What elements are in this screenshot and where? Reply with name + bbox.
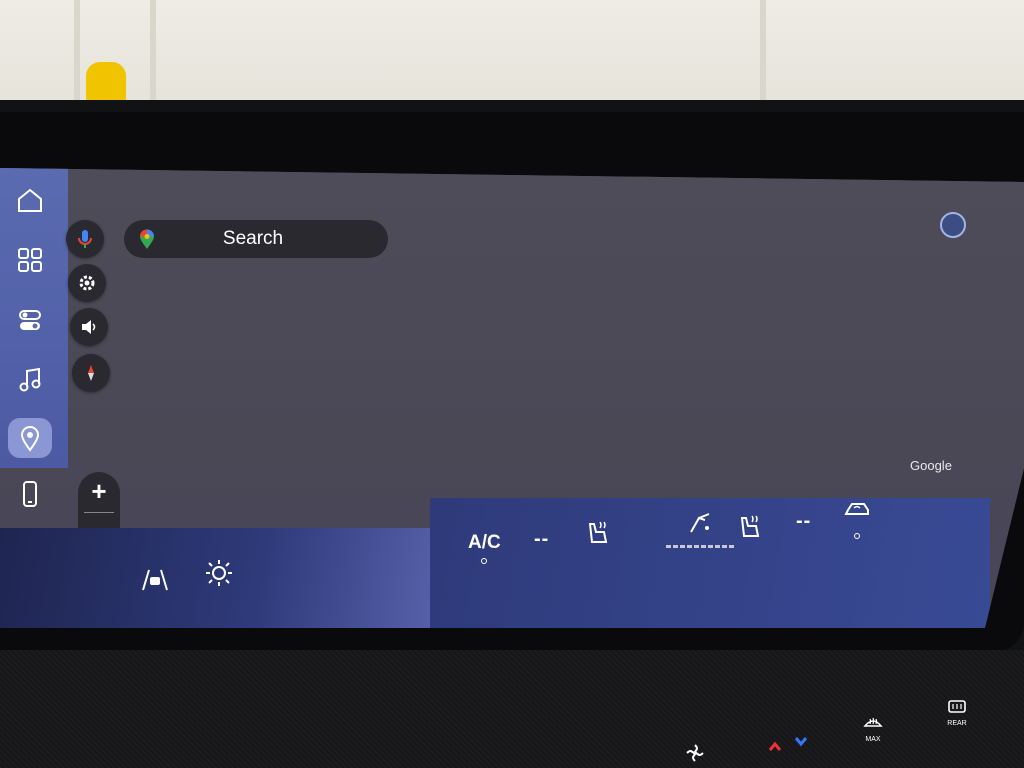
brightness-icon (206, 560, 232, 586)
max-defrost-button[interactable]: MAX (862, 712, 884, 743)
wall-pipe (760, 0, 766, 110)
nav-rail (0, 168, 68, 468)
rear-defrost-icon (948, 700, 966, 713)
google-maps-pin-icon (140, 229, 154, 249)
lane-assist-icon (142, 569, 168, 591)
right-seat-heat-button[interactable] (736, 512, 766, 547)
toggle-icon (19, 310, 41, 330)
defrost-icon (863, 717, 883, 727)
ac-button[interactable]: A/C (468, 532, 501, 564)
rail-item-phone[interactable] (8, 474, 52, 514)
ac-label: A/C (468, 532, 501, 553)
lower-dash-panel: MAX REAR (0, 650, 1024, 768)
voice-button[interactable] (66, 220, 104, 258)
rear-defrost-label: REAR (947, 720, 967, 727)
chevron-up-red-icon (768, 741, 782, 751)
climate-bar: A/C -- -- (430, 498, 990, 628)
search-label: Search (222, 228, 284, 249)
recirculation-button[interactable] (842, 494, 872, 539)
fan-button[interactable] (666, 508, 734, 548)
right-temp[interactable]: -- (796, 510, 811, 533)
music-note-icon (19, 367, 41, 392)
left-seat-heat-button[interactable] (584, 518, 614, 553)
rear-defrost-button[interactable]: REAR (946, 696, 968, 727)
zoom-divider (84, 512, 114, 513)
hardware-temp-down-button[interactable] (764, 736, 786, 760)
driver-assist-button[interactable] (140, 564, 170, 599)
location-pin-icon (20, 426, 40, 452)
phone-icon (23, 481, 37, 507)
compass-button[interactable] (72, 354, 110, 392)
seat-heat-icon (588, 521, 608, 543)
infotainment-screen: Search + − Google A/C -- -- (0, 168, 1024, 628)
hardware-temp-up-button[interactable] (790, 730, 812, 754)
rail-item-apps[interactable] (8, 240, 52, 280)
max-defrost-label: MAX (865, 736, 881, 743)
rail-item-controls[interactable] (8, 300, 52, 340)
account-icon[interactable] (940, 212, 966, 238)
rail-item-navigation[interactable] (8, 418, 52, 458)
car-recirculation-icon (844, 503, 869, 515)
left-temp[interactable]: -- (534, 528, 549, 551)
chevron-down-blue-icon (794, 737, 808, 747)
volume-icon (82, 320, 96, 334)
bottom-bar-left (0, 528, 430, 628)
rail-item-home[interactable] (8, 180, 52, 220)
home-icon (18, 188, 42, 212)
recirculation-indicator (854, 533, 860, 539)
rail-item-media[interactable] (8, 360, 52, 400)
settings-icon (79, 275, 95, 291)
fan-icon (686, 744, 704, 762)
ac-indicator (481, 558, 488, 564)
search-bar[interactable]: Search (124, 220, 388, 258)
fan-level-bar (666, 545, 734, 548)
airflow-icon (690, 513, 710, 533)
seat-heat-icon (740, 515, 760, 537)
volume-button[interactable] (70, 308, 108, 346)
map-attribution: Google (910, 458, 952, 473)
compass-icon (88, 365, 94, 381)
hardware-fan-button[interactable] (684, 742, 706, 766)
zoom-in-button[interactable]: + (78, 472, 120, 510)
brightness-button[interactable] (204, 558, 234, 593)
microphone-icon (78, 230, 92, 248)
grid-icon (18, 248, 42, 272)
wall-pipe (74, 0, 80, 110)
map-settings-button[interactable] (68, 264, 106, 302)
wall-pipe (150, 0, 156, 110)
